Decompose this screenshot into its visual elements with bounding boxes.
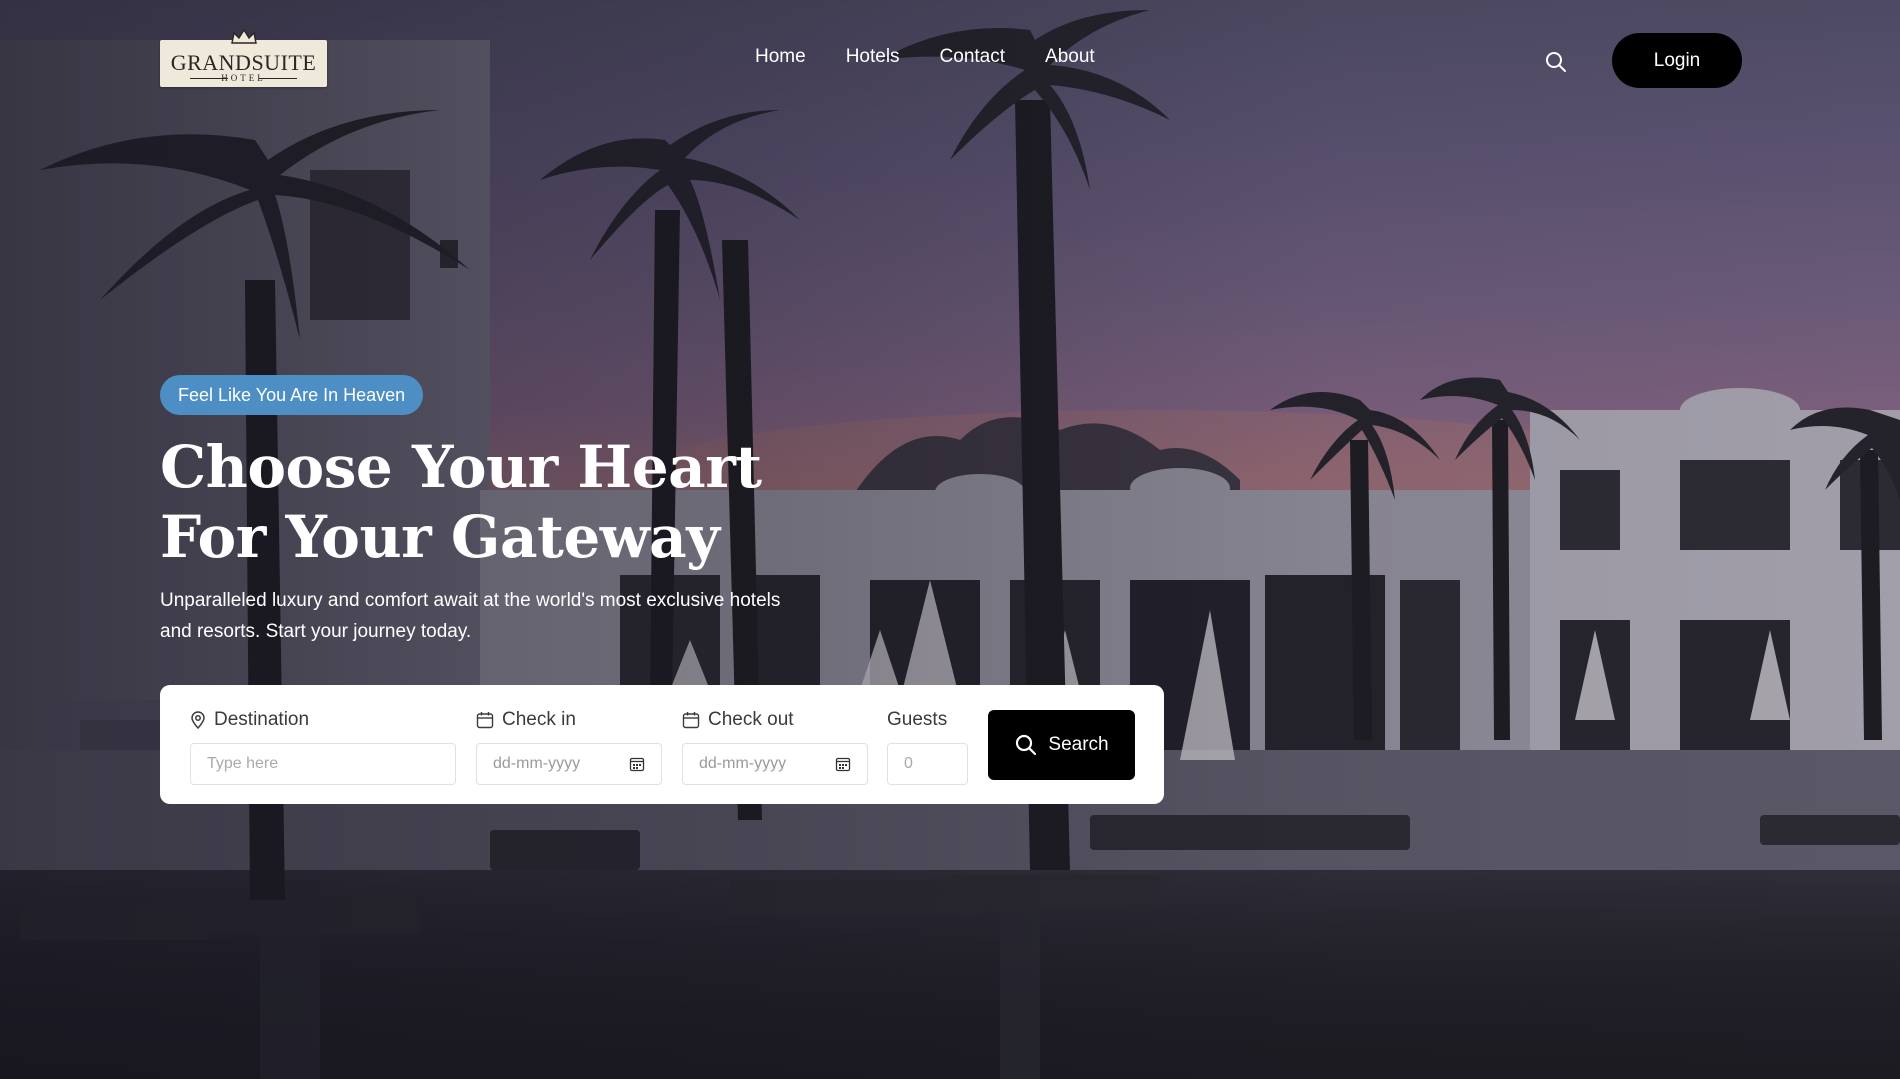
booking-search-form: Destination Check in dd-mm-yyyy [160,685,1164,804]
main-nav: Home Hotels Contact About [755,46,1135,68]
checkin-placeholder: dd-mm-yyyy [493,755,581,772]
hero-subtitle: Unparalleled luxury and comfort await at… [160,590,781,642]
checkout-label: Check out [708,709,794,730]
checkout-field: Check out dd-mm-yyyy [682,685,868,804]
calendar-icon [476,712,494,729]
nav-hotels[interactable]: Hotels [846,46,900,68]
guests-label-row: Guests [887,709,947,731]
guests-field: Guests [887,685,968,804]
checkin-label: Check in [502,709,576,730]
calendar-icon [682,712,700,729]
brand-logo[interactable]: GRANDSUITE HOTEL [160,29,327,87]
crown-icon [231,29,257,44]
nav-contact[interactable]: Contact [940,46,1005,68]
checkout-input[interactable]: dd-mm-yyyy [682,743,868,785]
search-icon [1016,734,1037,756]
checkout-placeholder: dd-mm-yyyy [699,755,787,772]
checkout-label-row: Check out [682,709,794,731]
search-button[interactable]: Search [988,710,1135,780]
search-button-label: Search [1048,734,1109,755]
checkin-field: Check in dd-mm-yyyy [476,685,662,804]
destination-field: Destination [190,685,456,804]
search-icon[interactable] [1544,50,1568,74]
destination-label-row: Destination [190,709,309,731]
login-button[interactable]: Login [1612,33,1742,88]
brand-tagline: HOTEL [221,73,266,83]
hero-badge: Feel Like You Are In Heaven [160,375,424,415]
date-picker-icon[interactable] [835,756,851,772]
nav-home[interactable]: Home [755,46,806,68]
guests-label: Guests [887,709,948,730]
date-picker-icon[interactable] [629,756,645,772]
checkin-input[interactable]: dd-mm-yyyy [476,743,662,785]
checkin-label-row: Check in [476,709,576,731]
nav-about[interactable]: About [1045,46,1095,68]
map-pin-icon [191,711,205,729]
destination-input[interactable] [190,743,456,785]
guests-input[interactable] [887,743,968,785]
logo-rule [259,78,297,79]
site-header: GRANDSUITE HOTEL Home Hotels Contact Abo… [0,0,1900,120]
destination-label: Destination [214,709,310,730]
hero-title: Choose Your Heart For Your Gateway [160,433,762,571]
